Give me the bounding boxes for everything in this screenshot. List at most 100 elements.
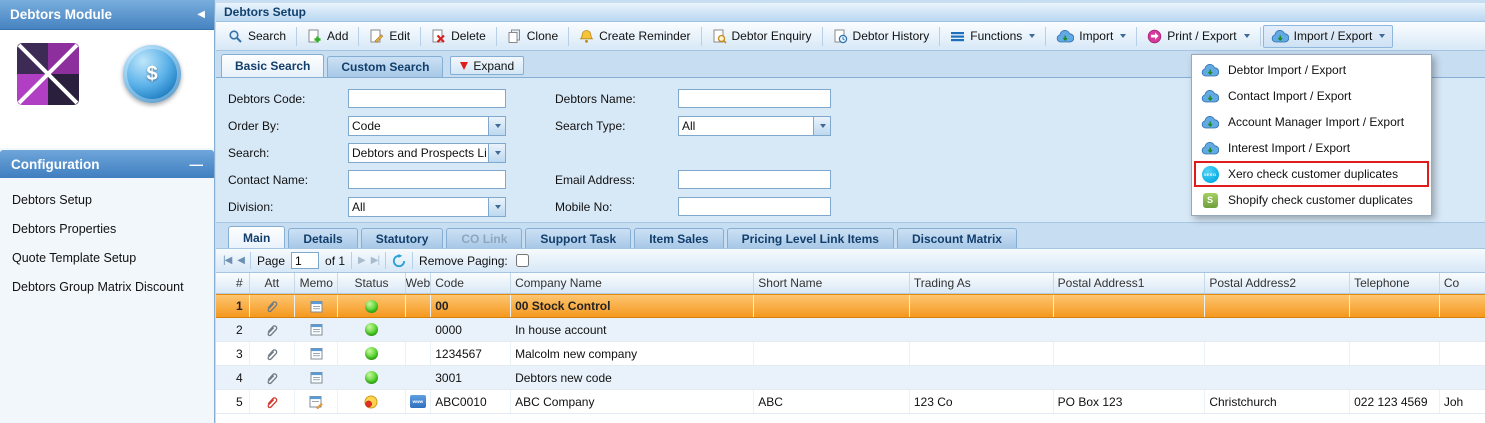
search-button[interactable]: Search [220,25,294,48]
dropdown-button[interactable] [488,117,505,135]
debtors-name-input[interactable] [678,89,831,108]
col-header-postal-address2[interactable]: Postal Address2 [1205,273,1350,293]
menu-item-account-manager-import-export[interactable]: Account Manager Import / Export [1194,109,1429,135]
memo-icon[interactable] [310,323,323,336]
col-header-short-name[interactable]: Short Name [754,273,910,293]
col-header-co[interactable]: Co [1440,273,1485,293]
table-row[interactable]: 3 1234567 Malcolm new company [216,342,1485,366]
first-page-button[interactable]: |◀ [223,255,231,266]
dropdown-button[interactable] [488,198,505,216]
tab-details[interactable]: Details [288,228,357,248]
menu-item-debtor-import-export[interactable]: Debtor Import / Export [1194,57,1429,83]
col-header-code[interactable]: Code [431,273,511,293]
delete-button[interactable]: Delete [423,25,494,48]
col-header-trading-as[interactable]: Trading As [910,273,1054,293]
clone-button[interactable]: Clone [499,25,566,48]
tab-support-task[interactable]: Support Task [525,228,631,248]
import-menu-button[interactable]: Import [1048,25,1134,48]
page-number-input[interactable] [291,252,319,269]
print-export-menu-button[interactable]: Print / Export [1139,25,1257,48]
debtors-code-input[interactable] [348,89,506,108]
menu-item-contact-import-export[interactable]: Contact Import / Export [1194,83,1429,109]
debtor-enquiry-button[interactable]: Debtor Enquiry [704,25,820,48]
dropdown-button[interactable] [488,144,505,162]
sidebar-item-debtors-group-matrix-discount[interactable]: Debtors Group Matrix Discount [0,272,214,301]
contact-name-input[interactable] [348,170,506,189]
button-label: Delete [451,29,486,43]
prev-page-button[interactable]: ◀ [237,255,244,266]
app-logo [17,43,79,105]
col-header-number[interactable]: # [216,273,250,293]
add-button[interactable]: Add [299,25,356,48]
last-page-button[interactable]: ▶| [371,255,379,266]
mobile-no-input[interactable] [678,197,831,216]
create-reminder-button[interactable]: Create Reminder [571,25,698,48]
division-select[interactable]: All [348,197,506,217]
next-page-button[interactable]: ▶ [358,255,365,266]
paperclip-icon[interactable] [265,323,278,337]
menu-item-label: Interest Import / Export [1228,141,1350,155]
col-header-status[interactable]: Status [338,273,405,293]
search-type-select[interactable]: All [678,116,831,136]
menu-item-label: Account Manager Import / Export [1228,115,1404,129]
tab-main[interactable]: Main [228,226,285,248]
paperclip-icon[interactable] [265,371,278,385]
table-row[interactable]: 2 0000 In house account [216,318,1485,342]
functions-menu-button[interactable]: Functions [942,25,1043,48]
menu-item-xero-check-customer-duplicates[interactable]: XERO Xero check customer duplicates [1194,161,1429,187]
table-row[interactable]: 1 00 00 Stock Control [216,294,1485,318]
co-cell [1440,342,1485,365]
edit-button[interactable]: Edit [361,25,418,48]
order-by-select[interactable]: Code [348,116,506,136]
col-header-memo[interactable]: Memo [295,273,338,293]
sidebar-item-debtors-setup[interactable]: Debtors Setup [0,185,214,214]
telephone-cell [1350,366,1440,389]
tab-pricing-level-link-items[interactable]: Pricing Level Link Items [727,228,894,248]
grid-header: # Att Memo Status Web Code Company Name … [216,273,1485,294]
tab-statutory[interactable]: Statutory [361,228,444,248]
col-header-telephone[interactable]: Telephone [1350,273,1440,293]
website-icon[interactable]: www [410,395,426,408]
col-header-att[interactable]: Att [250,273,295,293]
col-header-postal-address1[interactable]: Postal Address1 [1054,273,1206,293]
paperclip-red-icon[interactable] [265,395,278,409]
refresh-icon[interactable] [392,254,406,268]
collapse-section-icon[interactable]: — [190,157,204,172]
toolbar-separator [1045,27,1046,46]
email-address-input[interactable] [678,170,831,189]
memo-icon[interactable] [310,347,323,360]
tab-basic-search[interactable]: Basic Search [221,54,324,77]
search-scope-select[interactable]: Debtors and Prospects Li [348,143,506,163]
menu-item-shopify-check-customer-duplicates[interactable]: S Shopify check customer duplicates [1194,187,1429,213]
toolbar-separator [568,27,569,46]
toolbar-separator [1260,27,1261,46]
configuration-section-header[interactable]: Configuration — [0,150,214,178]
remove-paging-checkbox[interactable] [516,254,529,267]
table-row[interactable]: 4 3001 Debtors new code [216,366,1485,390]
sidebar-collapse-button[interactable]: ◀ [197,9,205,20]
memo-edit-icon[interactable] [309,395,323,409]
tab-custom-search[interactable]: Custom Search [327,56,443,77]
col-header-company-name[interactable]: Company Name [511,273,754,293]
table-row[interactable]: 5 www ABC0010 ABC Company ABC 123 Co PO … [216,390,1485,414]
paperclip-icon[interactable] [265,299,278,313]
chevron-down-icon [495,151,501,155]
clone-icon [507,29,522,44]
dropdown-button[interactable] [813,117,830,135]
import-export-menu-button[interactable]: Import / Export [1263,25,1394,48]
sidebar-item-debtors-properties[interactable]: Debtors Properties [0,214,214,243]
web-cell: www [406,390,432,413]
expand-button[interactable]: Expand [450,56,524,75]
tab-discount-matrix[interactable]: Discount Matrix [897,228,1017,248]
col-header-web[interactable]: Web [406,273,432,293]
button-label: Create Reminder [599,29,690,43]
email-address-label: Email Address: [555,173,678,187]
menu-item-interest-import-export[interactable]: Interest Import / Export [1194,135,1429,161]
debtor-history-button[interactable]: Debtor History [825,25,938,48]
paperclip-icon[interactable] [265,347,278,361]
tab-item-sales[interactable]: Item Sales [634,228,723,248]
status-active-icon [365,300,378,313]
sidebar-item-quote-template-setup[interactable]: Quote Template Setup [0,243,214,272]
memo-icon[interactable] [310,300,323,313]
memo-icon[interactable] [310,371,323,384]
